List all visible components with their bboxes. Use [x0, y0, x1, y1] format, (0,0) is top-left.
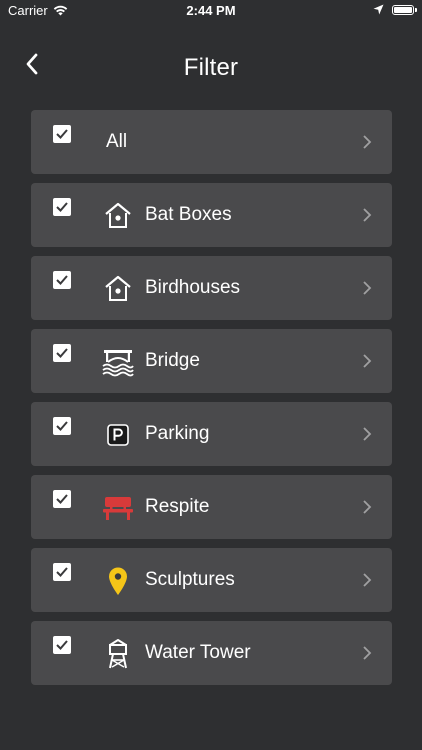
filter-label: Bat Boxes — [145, 204, 232, 225]
status-right — [373, 4, 417, 15]
filter-label: Respite — [145, 496, 210, 517]
filter-label: Bridge — [145, 350, 200, 371]
checkmark-icon — [56, 275, 68, 285]
parking-icon — [102, 419, 134, 451]
map-pin-icon — [102, 565, 134, 597]
filter-row-sculptures[interactable]: Sculptures — [31, 548, 392, 612]
filter-row-birdhouses[interactable]: Birdhouses — [31, 256, 392, 320]
filter-label: Sculptures — [145, 569, 235, 590]
filter-row-water-tower[interactable]: Water Tower — [31, 621, 392, 685]
filter-row-all[interactable]: All — [31, 110, 392, 174]
filter-row-parking[interactable]: Parking — [31, 402, 392, 466]
bridge-icon — [102, 346, 134, 378]
checkmark-icon — [56, 640, 68, 650]
chevron-right-icon — [363, 135, 372, 149]
filter-label: Birdhouses — [145, 277, 241, 298]
filter-row-respite[interactable]: Respite — [31, 475, 392, 539]
filter-label: Parking — [145, 423, 210, 444]
filter-row-bridge[interactable]: Bridge — [31, 329, 392, 393]
checkbox[interactable] — [53, 125, 71, 143]
chevron-right-icon — [363, 208, 372, 222]
checkbox[interactable] — [53, 490, 71, 508]
chevron-right-icon — [363, 354, 372, 368]
status-bar: Carrier 2:44 PM — [0, 0, 422, 22]
checkbox[interactable] — [53, 636, 71, 654]
location-arrow-icon — [373, 4, 384, 15]
checkmark-icon — [56, 567, 68, 577]
checkmark-icon — [56, 421, 68, 431]
checkmark-icon — [56, 202, 68, 212]
clock: 2:44 PM — [186, 3, 236, 18]
filter-row-bat-boxes[interactable]: Bat Boxes — [31, 183, 392, 247]
birdhouse-icon — [102, 273, 134, 305]
filter-label: All — [106, 131, 128, 152]
chevron-right-icon — [363, 281, 372, 295]
birdhouse-icon — [102, 200, 134, 232]
chevron-right-icon — [363, 573, 372, 587]
chevron-right-icon — [363, 427, 372, 441]
checkbox[interactable] — [53, 271, 71, 289]
water-tower-icon — [102, 638, 134, 670]
checkmark-icon — [56, 494, 68, 504]
checkbox[interactable] — [53, 563, 71, 581]
chevron-right-icon — [363, 646, 372, 660]
page-title: Filter — [183, 54, 239, 81]
filter-label: Water Tower — [145, 642, 251, 663]
bench-icon — [102, 492, 134, 524]
checkbox[interactable] — [53, 198, 71, 216]
checkmark-icon — [56, 348, 68, 358]
chevron-right-icon — [363, 500, 372, 514]
battery-icon — [392, 4, 417, 15]
navigation-bar: Filter — [0, 40, 422, 96]
checkbox[interactable] — [53, 344, 71, 362]
filter-list: All Bat Boxes Birdhouses Bridge Parking … — [31, 110, 392, 694]
checkmark-icon — [56, 129, 68, 139]
checkbox[interactable] — [53, 417, 71, 435]
